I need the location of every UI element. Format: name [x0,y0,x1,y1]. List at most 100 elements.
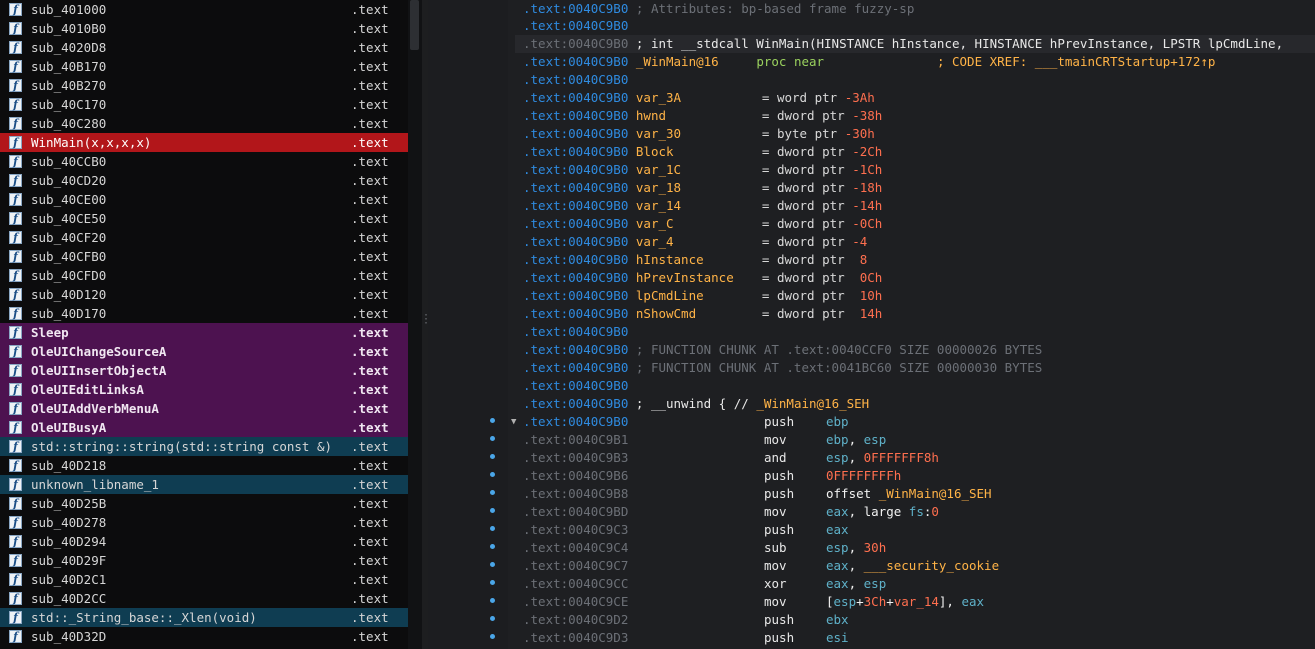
function-row[interactable]: f std::_String_base::_Xlen(void) .text [0,608,408,627]
breakpoint-dot-icon[interactable] [490,508,495,513]
function-icon: f [9,573,22,586]
stack-var-line[interactable]: .text:0040C9B0 var_C = dword ptr -0Ch [523,215,882,233]
text-span: = dword ptr [761,180,845,195]
stack-var-line[interactable]: .text:0040C9B0 var_30 = byte ptr -30h [523,125,875,143]
instruction-line[interactable]: .text:0040C9BD mov eax, large fs:0 [523,503,939,521]
stack-var-line[interactable]: .text:0040C9B0 hInstance = dword ptr 8 [523,251,867,269]
breakpoint-dot-icon[interactable] [490,544,495,549]
function-row[interactable]: f sub_4020D8 .text [0,38,408,57]
function-row[interactable]: f sub_4010B0 .text [0,19,408,38]
stack-var-line[interactable]: .text:0040C9B0 hPrevInstance = dword ptr … [523,269,882,287]
function-row[interactable]: f sub_40CE00 .text [0,190,408,209]
function-row[interactable]: f sub_40C280 .text [0,114,408,133]
instruction-line[interactable]: .text:0040C9B1 mov ebp, esp [523,431,886,449]
function-row[interactable]: f sub_40D294 .text [0,532,408,551]
disasm-line[interactable]: .text:0040C9B0 ; FUNCTION CHUNK AT .text… [523,359,1042,377]
function-row[interactable]: f OleUIChangeSourceA .text [0,342,408,361]
instruction-line[interactable]: .text:0040C9C4 sub esp, 30h [523,539,886,557]
breakpoint-dot-icon[interactable] [490,526,495,531]
disasm-line[interactable]: .text:0040C9B0 _WinMain@16 proc near ; C… [523,53,1215,71]
stack-var-line[interactable]: .text:0040C9B0 Block = dword ptr -2Ch [523,143,882,161]
function-row[interactable]: f sub_40D218 .text [0,456,408,475]
breakpoint-dot-icon[interactable] [490,598,495,603]
stack-var-line[interactable]: .text:0040C9B0 var_14 = dword ptr -14h [523,197,882,215]
function-row[interactable]: f sub_40D32D .text [0,627,408,646]
functions-pane[interactable]: f sub_401000 .text f sub_4010B0 .text f sub_402… [0,0,408,649]
instruction-line[interactable]: ▼ .text:0040C9B0 push ebp [511,413,849,431]
function-row[interactable]: f sub_40CFB0 .text [0,247,408,266]
function-row[interactable]: f OleUIInsertObjectA .text [0,361,408,380]
function-row[interactable]: f sub_40CCB0 .text [0,152,408,171]
function-icon: f [9,60,22,73]
function-row[interactable]: f std::string::string(std::string const &… [0,437,408,456]
text-span: .text:0040C9B0 [523,306,629,321]
function-row[interactable]: f OleUIBusyA .text [0,418,408,437]
instruction-line[interactable]: .text:0040C9CC xor eax, esp [523,575,886,593]
function-row[interactable]: f Sleep .text [0,323,408,342]
function-row[interactable]: f sub_40B170 .text [0,57,408,76]
function-segment: .text [351,135,389,150]
proc-name: _WinMain@16 [635,54,719,69]
disasm-line[interactable]: .text:0040C9B0 [523,323,628,341]
instruction-line[interactable]: .text:0040C9D3 push esi [523,629,849,647]
stack-var-line[interactable]: .text:0040C9B0 var_1C = dword ptr -1Ch [523,161,882,179]
function-row[interactable]: f sub_40B270 .text [0,76,408,95]
stack-var-line[interactable]: .text:0040C9B0 var_18 = dword ptr -18h [523,179,882,197]
disasm-line-selected[interactable]: .text:0040C9B0 ; int __stdcall WinMain(H… [515,35,1315,53]
stack-var-line[interactable]: .text:0040C9B0 var_3A = word ptr -3Ah [523,89,875,107]
text-span: .text:0040C9B0 [523,198,629,213]
breakpoint-dot-icon[interactable] [490,562,495,567]
function-row[interactable]: f sub_40D2CC .text [0,589,408,608]
disasm-line[interactable]: .text:0040C9B0 [523,17,628,35]
function-row[interactable]: f sub_40C170 .text [0,95,408,114]
instruction-line[interactable]: .text:0040C9D2 push ebx [523,611,849,629]
text-span: , [848,540,864,555]
instruction-line[interactable]: .text:0040C9B6 push 0FFFFFFFFh [523,467,901,485]
breakpoint-dot-icon[interactable] [490,580,495,585]
function-row[interactable]: f sub_40CE50 .text [0,209,408,228]
mnemonic: push [764,612,795,627]
function-row[interactable]: f sub_40D278 .text [0,513,408,532]
function-row[interactable]: f sub_401000 .text [0,0,408,19]
breakpoint-dot-icon[interactable] [490,616,495,621]
functions-scrollbar-thumb[interactable] [410,0,419,50]
breakpoint-dot-icon[interactable] [490,454,495,459]
function-row[interactable]: f sub_40D170 .text [0,304,408,323]
instruction-line[interactable]: .text:0040C9C7 mov eax, ___security_cookie [523,557,999,575]
function-row[interactable]: f sub_40CF20 .text [0,228,408,247]
stack-var-line[interactable]: .text:0040C9B0 var_4 = dword ptr -4 [523,233,867,251]
function-row[interactable]: f sub_40D120 .text [0,285,408,304]
disasm-line[interactable]: .text:0040C9B0 ; __unwind { // _WinMain@… [523,395,869,413]
mnemonic: push [764,522,795,537]
disassembly-view[interactable]: .text:0040C9B0 ; Attributes: bp-based fr… [508,0,1315,649]
mnemonic: mov [764,504,787,519]
collapse-arrow-icon[interactable]: ▼ [511,413,516,431]
function-row[interactable]: f sub_40CD20 .text [0,171,408,190]
function-row[interactable]: f WinMain(x,x,x,x) .text [0,133,408,152]
stack-var-line[interactable]: .text:0040C9B0 nShowCmd = dword ptr 14h [523,305,882,323]
disasm-line[interactable]: .text:0040C9B0 [523,377,628,395]
breakpoint-dot-icon[interactable] [490,490,495,495]
breakpoint-dot-icon[interactable] [490,418,495,423]
function-row[interactable]: f sub_40D29F .text [0,551,408,570]
disasm-line[interactable]: .text:0040C9B0 ; Attributes: bp-based fr… [523,0,914,18]
stack-var-line[interactable]: .text:0040C9B0 hwnd = dword ptr -38h [523,107,882,125]
function-segment: .text [351,572,389,587]
function-row[interactable]: f sub_40D25B .text [0,494,408,513]
breakpoint-dot-icon[interactable] [490,634,495,639]
instruction-line[interactable]: .text:0040C9B8 push offset _WinMain@16_SEH [523,485,992,503]
function-row[interactable]: f sub_40CFD0 .text [0,266,408,285]
disasm-line[interactable]: .text:0040C9B0 [523,71,628,89]
function-row[interactable]: f OleUIAddVerbMenuA .text [0,399,408,418]
function-row[interactable]: f OleUIEditLinksA .text [0,380,408,399]
stack-var-line[interactable]: .text:0040C9B0 lpCmdLine = dword ptr 10h [523,287,882,305]
functions-scrollbar[interactable] [408,0,422,649]
breakpoint-dot-icon[interactable] [490,436,495,441]
instruction-line[interactable]: .text:0040C9CE mov [esp+3Ch+var_14], eax [523,593,984,611]
function-row[interactable]: f sub_40D2C1 .text [0,570,408,589]
disasm-line[interactable]: .text:0040C9B0 ; FUNCTION CHUNK AT .text… [523,341,1042,359]
function-row[interactable]: f unknown_libname_1 .text [0,475,408,494]
instruction-line[interactable]: .text:0040C9C3 push eax [523,521,849,539]
instruction-line[interactable]: .text:0040C9B3 and esp, 0FFFFFFF8h [523,449,939,467]
breakpoint-dot-icon[interactable] [490,472,495,477]
